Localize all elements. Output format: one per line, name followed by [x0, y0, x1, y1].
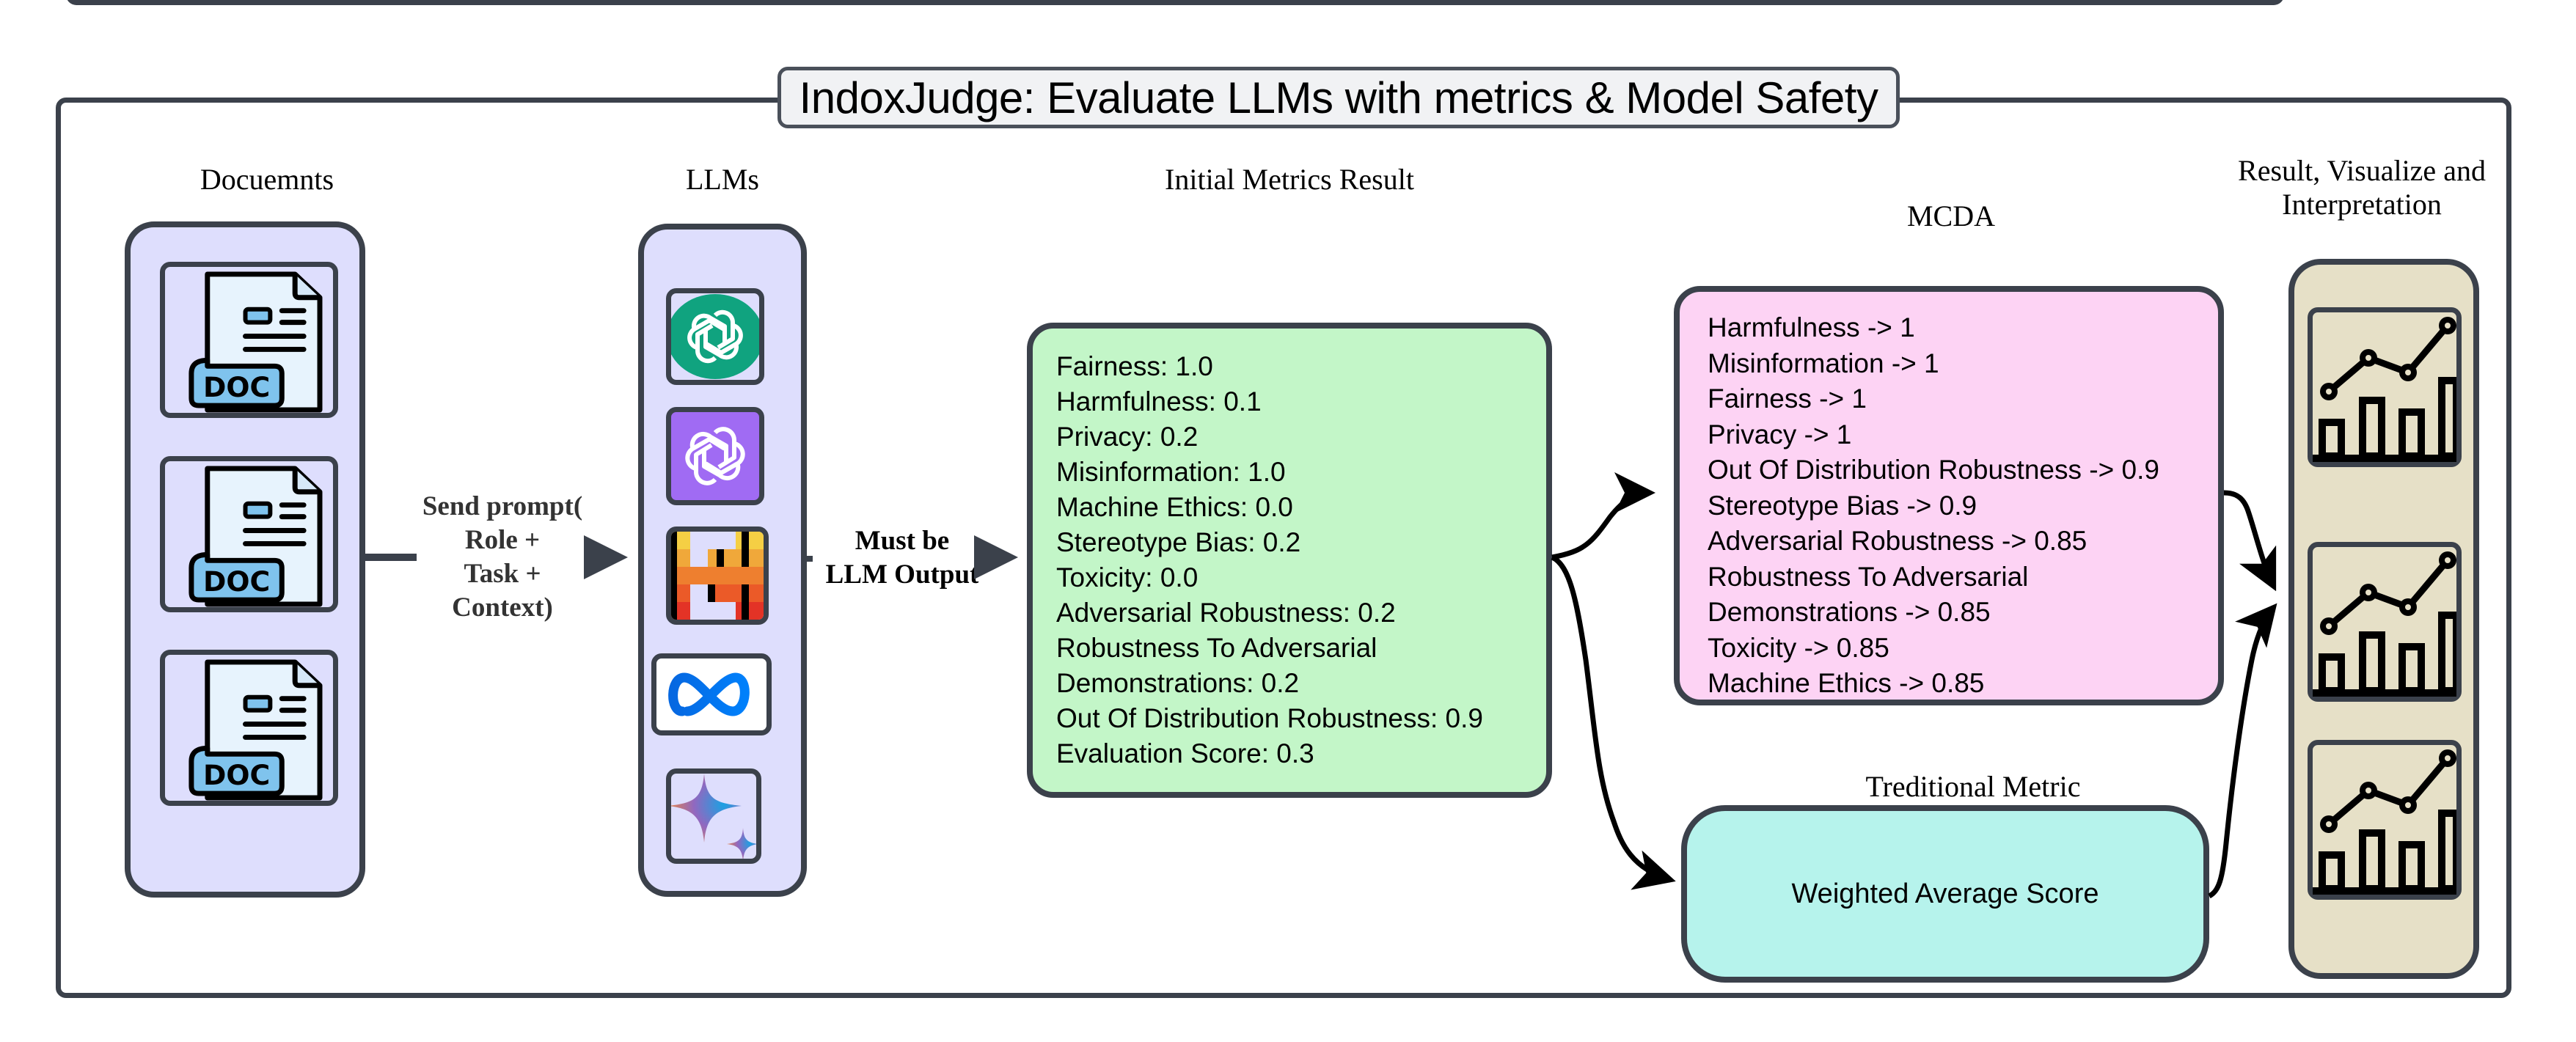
document-card[interactable]: DOC — [160, 650, 338, 806]
doc-label: DOC — [203, 565, 270, 598]
edge-label-line: Must be — [855, 526, 950, 556]
documents-panel: DOC DOC DOC — [125, 221, 365, 898]
edge-label-line: LLM Output — [825, 559, 979, 590]
metric-line: Fairness: 1.0 — [1056, 351, 1213, 381]
llm-card-mistral[interactable] — [666, 526, 769, 625]
metric-line: Machine Ethics: 0.0 — [1056, 492, 1293, 522]
top-bar — [66, 0, 2284, 5]
results-panel — [2288, 259, 2479, 979]
diagram-title: IndoxJudge: Evaluate LLMs with metrics &… — [777, 67, 1900, 128]
metric-line: Demonstrations: 0.2 — [1056, 668, 1300, 698]
mcda-weight-line: Out Of Distribution Robustness -> 0.9 — [1708, 455, 2159, 485]
llms-panel — [638, 224, 807, 897]
result-chart-card[interactable] — [2308, 740, 2462, 900]
chart-icon — [2313, 317, 2460, 462]
gemini-sparkle-icon — [671, 774, 756, 859]
mcda-weight-line: Toxicity -> 0.85 — [1708, 632, 1889, 663]
label-initial-metrics: Initial Metrics Result — [1165, 163, 1414, 196]
mcda-weight-line: Robustness To Adversarial — [1708, 561, 2029, 592]
metric-line: Privacy: 0.2 — [1056, 422, 1199, 452]
metric-line: Harmfulness: 0.1 — [1056, 386, 1262, 417]
label-results: Result, Visualize and Interpretation — [2208, 154, 2516, 221]
edge-label-send-prompt: Send prompt( Role + Task + Context) — [411, 490, 594, 625]
chart-icon — [2313, 749, 2460, 895]
edge-label-line: Send prompt( — [422, 491, 583, 521]
metric-line: Toxicity: 0.0 — [1056, 562, 1199, 592]
edge-label-line: Context) — [452, 592, 553, 623]
chart-icon — [2313, 551, 2460, 697]
llm-card-gemini[interactable] — [666, 768, 761, 864]
mcda-weight-line: Harmfulness -> 1 — [1708, 312, 1915, 342]
metric-line: Robustness To Adversarial — [1056, 633, 1377, 663]
mcda-weight-line: Stereotype Bias -> 0.9 — [1708, 490, 1977, 521]
mcda-weights-box: Harmfulness -> 1 Misinformation -> 1 Fai… — [1674, 286, 2224, 705]
doc-file-icon: DOC — [189, 659, 323, 801]
metric-line: Evaluation Score: 0.3 — [1056, 738, 1314, 768]
doc-label: DOC — [203, 759, 270, 791]
llm-card-meta[interactable] — [651, 653, 772, 735]
label-mcda: MCDA — [1906, 199, 1996, 232]
doc-file-icon: DOC — [189, 271, 323, 413]
openai-green-icon — [671, 294, 759, 379]
mistral-icon — [671, 532, 764, 620]
label-results-line1: Result, Visualize and — [2238, 154, 2486, 187]
openai-purple-icon — [685, 427, 745, 485]
edge-label-line: Role + — [464, 525, 541, 555]
mcda-weight-line: Adversarial Robustness -> 0.85 — [1708, 526, 2087, 556]
mcda-weight-line: Privacy -> 1 — [1708, 419, 1852, 450]
document-card[interactable]: DOC — [160, 456, 338, 612]
llm-card-openai-green[interactable] — [666, 288, 764, 385]
llm-card-openai-purple[interactable] — [666, 407, 764, 505]
meta-infinity-icon — [668, 672, 750, 716]
label-results-line2: Interpretation — [2282, 188, 2442, 221]
label-traditional-metric: Treditional Metric — [1865, 770, 2081, 803]
label-documents: Docuemnts — [200, 163, 334, 196]
metric-line: Stereotype Bias: 0.2 — [1056, 527, 1301, 557]
metric-line: Out Of Distribution Robustness: 0.9 — [1056, 703, 1483, 733]
edge-label-must-be: Must be LLM Output — [811, 524, 994, 592]
document-card[interactable]: DOC — [160, 262, 338, 418]
mcda-weight-line: Demonstrations -> 0.85 — [1708, 597, 1991, 627]
edge-label-line: Task + — [464, 559, 541, 589]
doc-file-icon: DOC — [189, 466, 323, 607]
result-chart-card[interactable] — [2308, 307, 2462, 467]
doc-label: DOC — [203, 371, 270, 403]
mcda-weight-line: Fairness -> 1 — [1708, 384, 1867, 414]
result-chart-card[interactable] — [2308, 542, 2462, 702]
initial-metrics-box: Fairness: 1.0 Harmfulness: 0.1 Privacy: … — [1027, 323, 1552, 798]
metric-line: Misinformation: 1.0 — [1056, 457, 1286, 487]
traditional-metric-box: Weighted Average Score — [1681, 805, 2209, 983]
label-llms: LLMs — [686, 163, 759, 196]
metric-line: Adversarial Robustness: 0.2 — [1056, 598, 1396, 628]
mcda-weight-line: Machine Ethics -> 0.85 — [1708, 668, 1985, 698]
mcda-weight-line: Misinformation -> 1 — [1708, 348, 1939, 378]
